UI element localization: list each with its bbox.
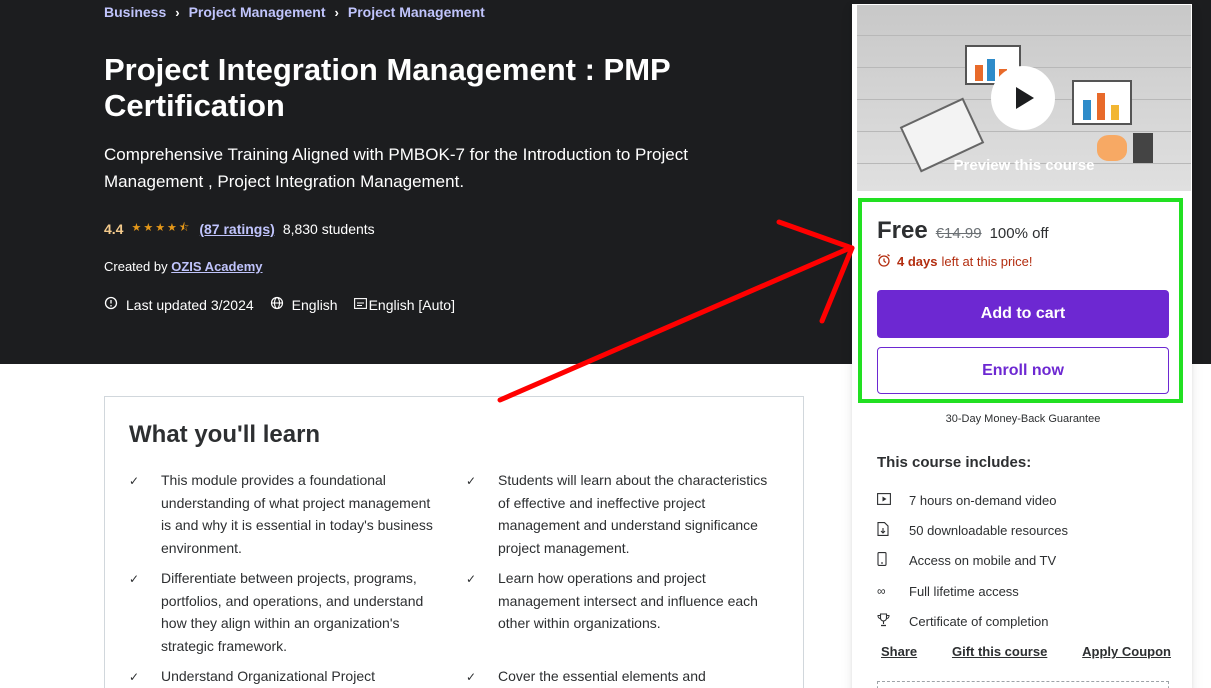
timer-text: left at this price! bbox=[941, 254, 1033, 269]
breadcrumb-project-management[interactable]: Project Management bbox=[189, 4, 326, 20]
what-you-will-learn: What you'll learn ✓ This module provides … bbox=[104, 396, 804, 688]
list-item: Certificate of completion bbox=[877, 606, 1068, 636]
discount-timer: 4 days left at this price! bbox=[877, 253, 1049, 270]
learn-item-text: Understand Organizational Project bbox=[161, 668, 376, 684]
last-updated-text: Last updated 3/2024 bbox=[126, 296, 254, 313]
course-meta: Last updated 3/2024 English English [Aut… bbox=[104, 296, 471, 313]
include-text: 7 hours on-demand video bbox=[909, 492, 1057, 508]
timer-days: 4 days bbox=[897, 254, 938, 269]
rating-count-link[interactable]: (87 ratings) bbox=[199, 221, 274, 237]
sidebar-links: Share Gift this course Apply Coupon bbox=[881, 644, 1171, 659]
list-item: ✓ Learn how operations and project manage… bbox=[466, 567, 779, 657]
chevron-right-icon: › bbox=[334, 4, 339, 20]
captions-icon bbox=[353, 297, 367, 312]
learn-title: What you'll learn bbox=[129, 421, 321, 448]
list-item: 50 downloadable resources bbox=[877, 515, 1068, 545]
purchase-sidebar: Preview this course Free €14.99 100% off… bbox=[852, 4, 1192, 688]
breadcrumb-business[interactable]: Business bbox=[104, 4, 166, 20]
check-icon: ✓ bbox=[466, 572, 477, 586]
include-text: 50 downloadable resources bbox=[909, 522, 1068, 538]
video-icon bbox=[877, 492, 909, 508]
learn-item-text: Learn how operations and project managem… bbox=[498, 570, 758, 631]
infinity-icon: ∞ bbox=[877, 584, 886, 599]
list-item: ✓ Differentiate between projects, program… bbox=[129, 567, 442, 657]
captions-text: English [Auto] bbox=[368, 296, 455, 313]
includes-title: This course includes: bbox=[877, 454, 1032, 471]
apply-coupon-link[interactable]: Apply Coupon bbox=[1082, 644, 1171, 659]
current-price: Free bbox=[877, 217, 928, 244]
includes-list: 7 hours on-demand video 50 downloadable … bbox=[877, 485, 1068, 636]
check-icon: ✓ bbox=[466, 474, 477, 488]
check-icon: ✓ bbox=[466, 670, 477, 684]
original-price: €14.99 bbox=[935, 225, 982, 242]
money-back-guarantee: 30-Day Money-Back Guarantee bbox=[945, 413, 1101, 425]
include-text: Certificate of completion bbox=[909, 613, 1049, 629]
discount-percent: 100% off bbox=[989, 225, 1049, 242]
rating-value: 4.4 bbox=[104, 220, 124, 237]
course-title: Project Integration Management : PMP Cer… bbox=[104, 52, 671, 123]
include-text: Full lifetime access bbox=[909, 583, 1019, 599]
alert-badge-icon bbox=[104, 296, 118, 313]
list-item: ✓ Cover the essential elements and compon… bbox=[466, 665, 779, 688]
globe-icon bbox=[270, 296, 284, 313]
include-text: Access on mobile and TV bbox=[909, 553, 1057, 569]
list-item: ✓ Understand Organizational Project bbox=[129, 665, 442, 688]
list-item: ∞ Full lifetime access bbox=[877, 576, 1068, 606]
check-icon: ✓ bbox=[129, 670, 140, 684]
price-row: Free €14.99 100% off bbox=[877, 217, 1049, 245]
file-download-icon bbox=[877, 521, 909, 539]
breadcrumb-project-management-topic[interactable]: Project Management bbox=[348, 4, 485, 20]
created-by-label: Created by bbox=[104, 259, 168, 274]
language-text: English bbox=[291, 296, 338, 313]
gift-course-link[interactable]: Gift this course bbox=[952, 644, 1047, 659]
learn-item-text: This module provides a foundational unde… bbox=[161, 472, 433, 556]
share-link[interactable]: Share bbox=[881, 644, 917, 659]
star-rating-icon: ★★★★⯪ bbox=[131, 222, 192, 234]
students-count: 8,830 students bbox=[282, 220, 375, 237]
learn-item-text: Differentiate between projects, programs… bbox=[161, 570, 424, 654]
chevron-right-icon: › bbox=[175, 4, 180, 20]
add-to-cart-button[interactable]: Add to cart bbox=[877, 290, 1169, 338]
breadcrumb: Business › Project Management › Project … bbox=[104, 4, 485, 20]
created-by: Created by OZIS Academy bbox=[104, 259, 263, 274]
price-area: Free €14.99 100% off 4 days left at this… bbox=[877, 217, 1049, 270]
preview-label: Preview this course bbox=[953, 157, 1095, 174]
course-subtitle: Comprehensive Training Aligned with PMBO… bbox=[104, 145, 688, 191]
last-updated: Last updated 3/2024 bbox=[104, 296, 254, 313]
mobile-icon bbox=[877, 552, 909, 569]
rating-row: 4.4 ★★★★⯪ (87 ratings) 8,830 students bbox=[104, 219, 375, 238]
play-icon bbox=[1016, 87, 1034, 109]
learn-item-text: Cover the essential elements and compone… bbox=[498, 668, 706, 684]
language: English bbox=[270, 296, 338, 313]
trophy-icon bbox=[877, 613, 909, 630]
check-icon: ✓ bbox=[129, 572, 140, 586]
list-item: 7 hours on-demand video bbox=[877, 485, 1068, 515]
enroll-now-button[interactable]: Enroll now bbox=[877, 347, 1169, 394]
play-button[interactable] bbox=[991, 66, 1055, 130]
learn-list: ✓ This module provides a foundational und… bbox=[129, 469, 779, 688]
list-item: ✓ This module provides a foundational und… bbox=[129, 469, 442, 559]
check-icon: ✓ bbox=[129, 474, 140, 488]
course-preview[interactable]: Preview this course bbox=[857, 5, 1191, 191]
coupon-box bbox=[877, 681, 1169, 688]
captions: English [Auto] bbox=[353, 296, 455, 313]
list-item: Access on mobile and TV bbox=[877, 546, 1068, 576]
learn-item-text: Students will learn about the characteri… bbox=[498, 472, 768, 556]
list-item: ✓ Students will learn about the character… bbox=[466, 469, 779, 559]
author-link[interactable]: OZIS Academy bbox=[171, 259, 262, 274]
alarm-clock-icon bbox=[877, 253, 891, 270]
